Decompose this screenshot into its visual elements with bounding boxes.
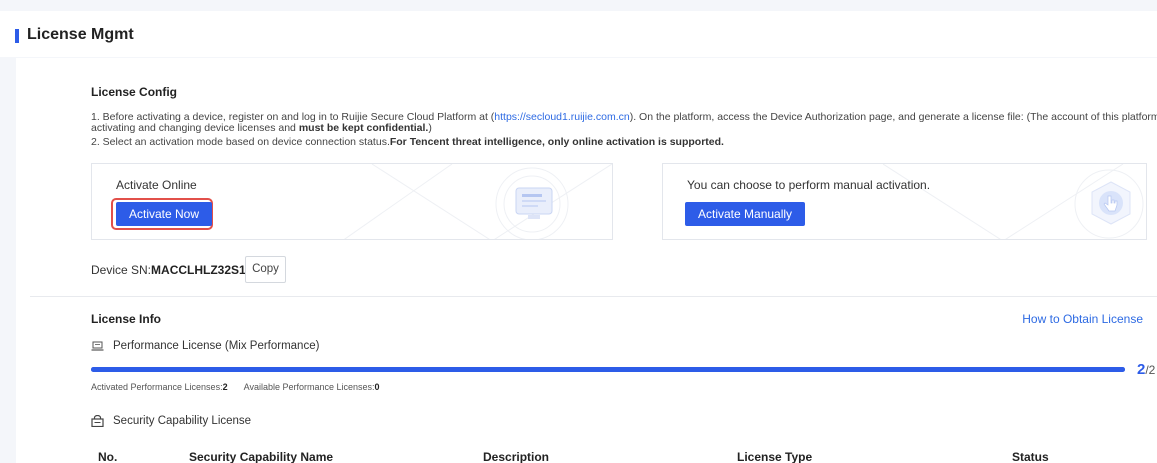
copy-button[interactable]: Copy bbox=[245, 256, 286, 283]
instruction-text: 2. Select an activation mode based on de… bbox=[91, 136, 390, 148]
performance-license-heading: Performance License (Mix Performance) bbox=[91, 340, 319, 352]
tencent-note: For Tencent threat intelligence, only on… bbox=[389, 136, 724, 148]
performance-license-label: Performance License (Mix Performance) bbox=[113, 340, 320, 352]
activated-label: Activated Performance Licenses: bbox=[91, 382, 223, 392]
activate-online-label: Activate Online bbox=[116, 178, 197, 192]
page-header: License Mgmt bbox=[0, 11, 1157, 57]
title-accent-bar bbox=[15, 29, 19, 43]
performance-progress-bar bbox=[91, 367, 1125, 372]
lock-badge-icon bbox=[91, 414, 104, 428]
device-sn-value: MACCLHLZ32S12 bbox=[151, 263, 253, 277]
instruction-line-1b: activating and changing device licenses … bbox=[91, 122, 432, 134]
column-header: Description bbox=[483, 450, 550, 463]
column-header: Status bbox=[1012, 450, 1049, 463]
activated-value: 2 bbox=[222, 382, 228, 392]
activate-manually-button[interactable]: Activate Manually bbox=[685, 202, 806, 226]
monitor-icon bbox=[515, 187, 553, 219]
performance-progress-fill bbox=[91, 367, 1125, 372]
page-title: License Mgmt bbox=[27, 26, 134, 43]
device-sn: Device SN:MACCLHLZ32S12 bbox=[91, 263, 252, 277]
security-table-header: No. Security Capability Name Description… bbox=[0, 442, 1157, 463]
column-header: License Type bbox=[737, 450, 813, 463]
laptop-icon bbox=[91, 340, 104, 352]
instruction-text: ). On the platform, access the Device Au… bbox=[629, 111, 1157, 123]
activate-online-card: Activate Online Activate Now bbox=[91, 163, 613, 240]
hand-pointer-icon bbox=[1091, 181, 1131, 225]
available-value: 0 bbox=[374, 382, 380, 392]
device-sn-label: Device SN: bbox=[91, 263, 152, 277]
license-info-title: License Info bbox=[91, 312, 162, 326]
activate-now-button[interactable]: Activate Now bbox=[116, 202, 213, 226]
confidential-note: must be kept confidential. bbox=[298, 122, 429, 134]
security-license-label: Security Capability License bbox=[113, 415, 252, 427]
how-to-obtain-license-link[interactable]: How to Obtain License bbox=[1022, 312, 1143, 326]
manual-activation-label: You can choose to perform manual activat… bbox=[687, 178, 931, 192]
license-config-title: License Config bbox=[91, 85, 178, 99]
instruction-text: activating and changing device licenses … bbox=[91, 122, 299, 134]
performance-stats: Activated Performance Licenses:2 Availab… bbox=[91, 382, 394, 392]
section-divider bbox=[30, 296, 1157, 297]
available-label: Available Performance Licenses: bbox=[243, 382, 375, 392]
performance-count: 2/2 bbox=[1137, 361, 1155, 378]
activate-manually-card: You can choose to perform manual activat… bbox=[662, 163, 1147, 240]
instruction-text: ) bbox=[428, 122, 432, 134]
column-header: No. bbox=[98, 450, 118, 463]
column-header: Security Capability Name bbox=[189, 450, 334, 463]
security-license-heading: Security Capability License bbox=[91, 414, 252, 428]
performance-total: /2 bbox=[1145, 363, 1156, 377]
cloud-platform-link[interactable]: https://secloud1.ruijie.com.cn bbox=[494, 111, 629, 123]
instruction-line-2: 2. Select an activation mode based on de… bbox=[91, 136, 724, 148]
card-background-decoration bbox=[343, 164, 612, 239]
instruction-line-1: 1. Before activating a device, register … bbox=[91, 111, 1157, 123]
